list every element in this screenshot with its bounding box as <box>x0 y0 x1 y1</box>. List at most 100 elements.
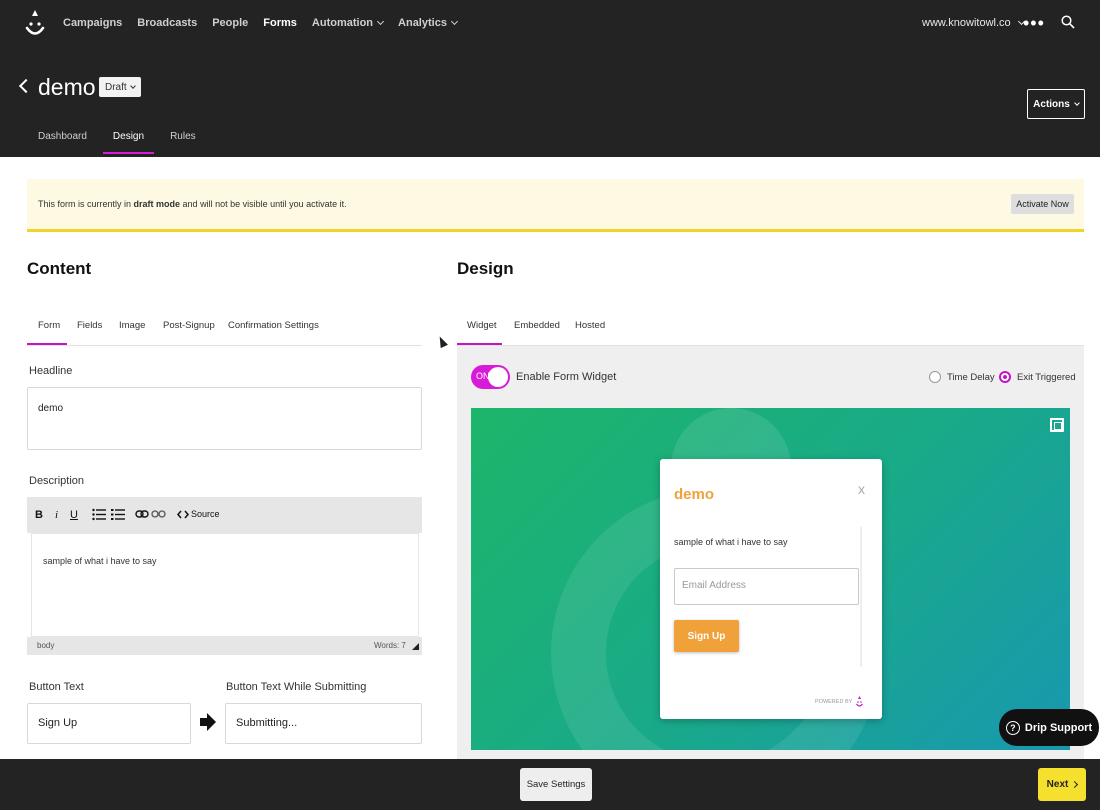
exit-triggered-label: Exit Triggered <box>1017 372 1076 383</box>
link-icon[interactable] <box>135 509 149 519</box>
actions-button[interactable]: Actions <box>1027 89 1085 119</box>
tab-rules[interactable]: Rules <box>170 131 196 154</box>
tab-confirmation-settings[interactable]: Confirmation Settings <box>228 320 319 331</box>
active-tab-indicator <box>457 343 502 345</box>
time-delay-label: Time Delay <box>947 372 995 383</box>
editor-toolbar: B i U Source <box>27 497 422 533</box>
save-settings-button[interactable]: Save Settings <box>520 768 592 801</box>
nav-people[interactable]: People <box>212 17 248 29</box>
editor-path: body <box>37 641 55 650</box>
drip-mini-logo-icon <box>856 696 864 707</box>
source-code-icon[interactable] <box>177 510 189 519</box>
status-dropdown[interactable]: Draft <box>99 77 141 97</box>
account-switcher[interactable]: www.knowitowl.co <box>922 17 1025 29</box>
banner-message: This form is currently in draft mode and… <box>38 199 347 209</box>
underline-button[interactable]: U <box>70 509 78 521</box>
nav-automation[interactable]: Automation <box>311 17 385 29</box>
status-label: Draft <box>105 81 127 93</box>
drip-logo-icon[interactable] <box>22 8 48 40</box>
fullscreen-icon[interactable] <box>1050 418 1064 432</box>
chevron-down-icon <box>450 17 458 26</box>
close-icon[interactable]: x <box>858 481 865 497</box>
draft-banner: This form is currently in draft mode and… <box>27 179 1084 232</box>
editor-footer: body Words: 7 <box>27 637 422 655</box>
support-label: Drip Support <box>1024 721 1093 734</box>
help-icon: ? <box>1005 720 1020 735</box>
submitting-value: Submitting... <box>236 717 298 729</box>
powered-by-label: POWERED BY <box>815 699 853 705</box>
button-text-label: Button Text <box>29 681 84 693</box>
next-button[interactable]: Next <box>1038 768 1086 801</box>
activate-now-button[interactable]: Activate Now <box>1011 194 1074 214</box>
active-tab-indicator <box>27 343 67 345</box>
widget-toggle[interactable]: ON <box>471 365 510 389</box>
nav-analytics-label: Analytics <box>398 17 447 29</box>
tab-post-signup[interactable]: Post-Signup <box>163 320 215 331</box>
top-header: Campaigns Broadcasts People Forms Automa… <box>0 0 1100 157</box>
description-label: Description <box>29 475 85 487</box>
toggle-knob <box>488 367 508 387</box>
design-heading: Design <box>457 259 514 278</box>
form-title: demo <box>38 74 96 100</box>
nav-automation-label: Automation <box>311 17 374 29</box>
banner-text-bold: draft mode <box>133 199 181 209</box>
chevron-down-icon <box>1073 99 1080 106</box>
more-dots-icon[interactable]: ••• <box>1023 14 1045 32</box>
main-nav: Campaigns Broadcasts People Forms Automa… <box>63 17 458 29</box>
mouse-cursor-icon <box>436 334 448 349</box>
chevron-down-icon <box>376 17 385 26</box>
search-icon[interactable] <box>1061 15 1075 29</box>
tab-embedded[interactable]: Embedded <box>514 320 560 331</box>
banner-text-after: and will not be visible until you activa… <box>180 199 347 209</box>
powered-by: POWERED BY <box>815 696 864 708</box>
nav-forms[interactable]: Forms <box>263 17 297 29</box>
tab-widget[interactable]: Widget <box>467 320 497 331</box>
tab-fields[interactable]: Fields <box>77 320 102 331</box>
button-text-input[interactable]: Sign Up <box>27 703 191 744</box>
tab-hosted[interactable]: Hosted <box>575 320 605 331</box>
scrollbar[interactable] <box>860 527 862 667</box>
preview-form-modal: demo x sample of what i have to say Emai… <box>660 459 882 719</box>
bulleted-list-icon[interactable] <box>92 508 106 521</box>
time-delay-radio[interactable] <box>929 371 941 383</box>
design-tabs: Widget Embedded Hosted <box>457 318 1084 346</box>
headline-input[interactable]: demo <box>27 387 422 450</box>
form-tabs: Dashboard Design Rules <box>38 131 222 154</box>
content-heading: Content <box>27 259 92 278</box>
headline-label: Headline <box>29 365 73 377</box>
submitting-text-input[interactable]: Submitting... <box>225 703 422 744</box>
tab-image[interactable]: Image <box>119 320 145 331</box>
bold-button[interactable]: B <box>35 509 43 521</box>
drip-support-button[interactable]: ? Drip Support <box>999 709 1099 746</box>
source-button[interactable]: Source <box>191 509 220 519</box>
chevron-down-icon <box>129 82 136 89</box>
tab-form[interactable]: Form <box>38 320 60 331</box>
enable-widget-label: Enable Form Widget <box>516 371 617 383</box>
resize-handle-icon[interactable] <box>412 643 419 650</box>
account-name: www.knowitowl.co <box>922 17 1011 29</box>
unlink-icon[interactable] <box>151 509 166 519</box>
preview-title: demo <box>674 486 715 503</box>
italic-button[interactable]: i <box>55 509 58 521</box>
preview-signup-button[interactable]: Sign Up <box>674 620 739 652</box>
preview-email-input[interactable]: Email Address <box>674 568 859 605</box>
banner-text-before: This form is currently in <box>38 199 134 209</box>
nav-broadcasts[interactable]: Broadcasts <box>137 17 197 29</box>
arrow-right-icon <box>200 713 216 731</box>
button-text-value: Sign Up <box>38 717 78 729</box>
exit-triggered-radio[interactable] <box>999 371 1011 383</box>
chevron-right-icon <box>1071 780 1079 789</box>
nav-analytics[interactable]: Analytics <box>398 17 458 29</box>
description-value: sample of what i have to say <box>43 556 157 566</box>
email-placeholder: Email Address <box>682 580 746 591</box>
actions-label: Actions <box>1033 98 1070 110</box>
headline-value: demo <box>38 403 64 414</box>
submitting-label: Button Text While Submitting <box>226 681 367 693</box>
nav-campaigns[interactable]: Campaigns <box>63 17 122 29</box>
tab-dashboard[interactable]: Dashboard <box>38 131 87 154</box>
back-arrow-icon[interactable] <box>18 78 34 94</box>
numbered-list-icon[interactable] <box>111 508 125 521</box>
description-editor[interactable]: sample of what i have to say <box>31 533 419 637</box>
tab-design[interactable]: Design <box>102 131 155 154</box>
preview-description: sample of what i have to say <box>674 537 788 547</box>
